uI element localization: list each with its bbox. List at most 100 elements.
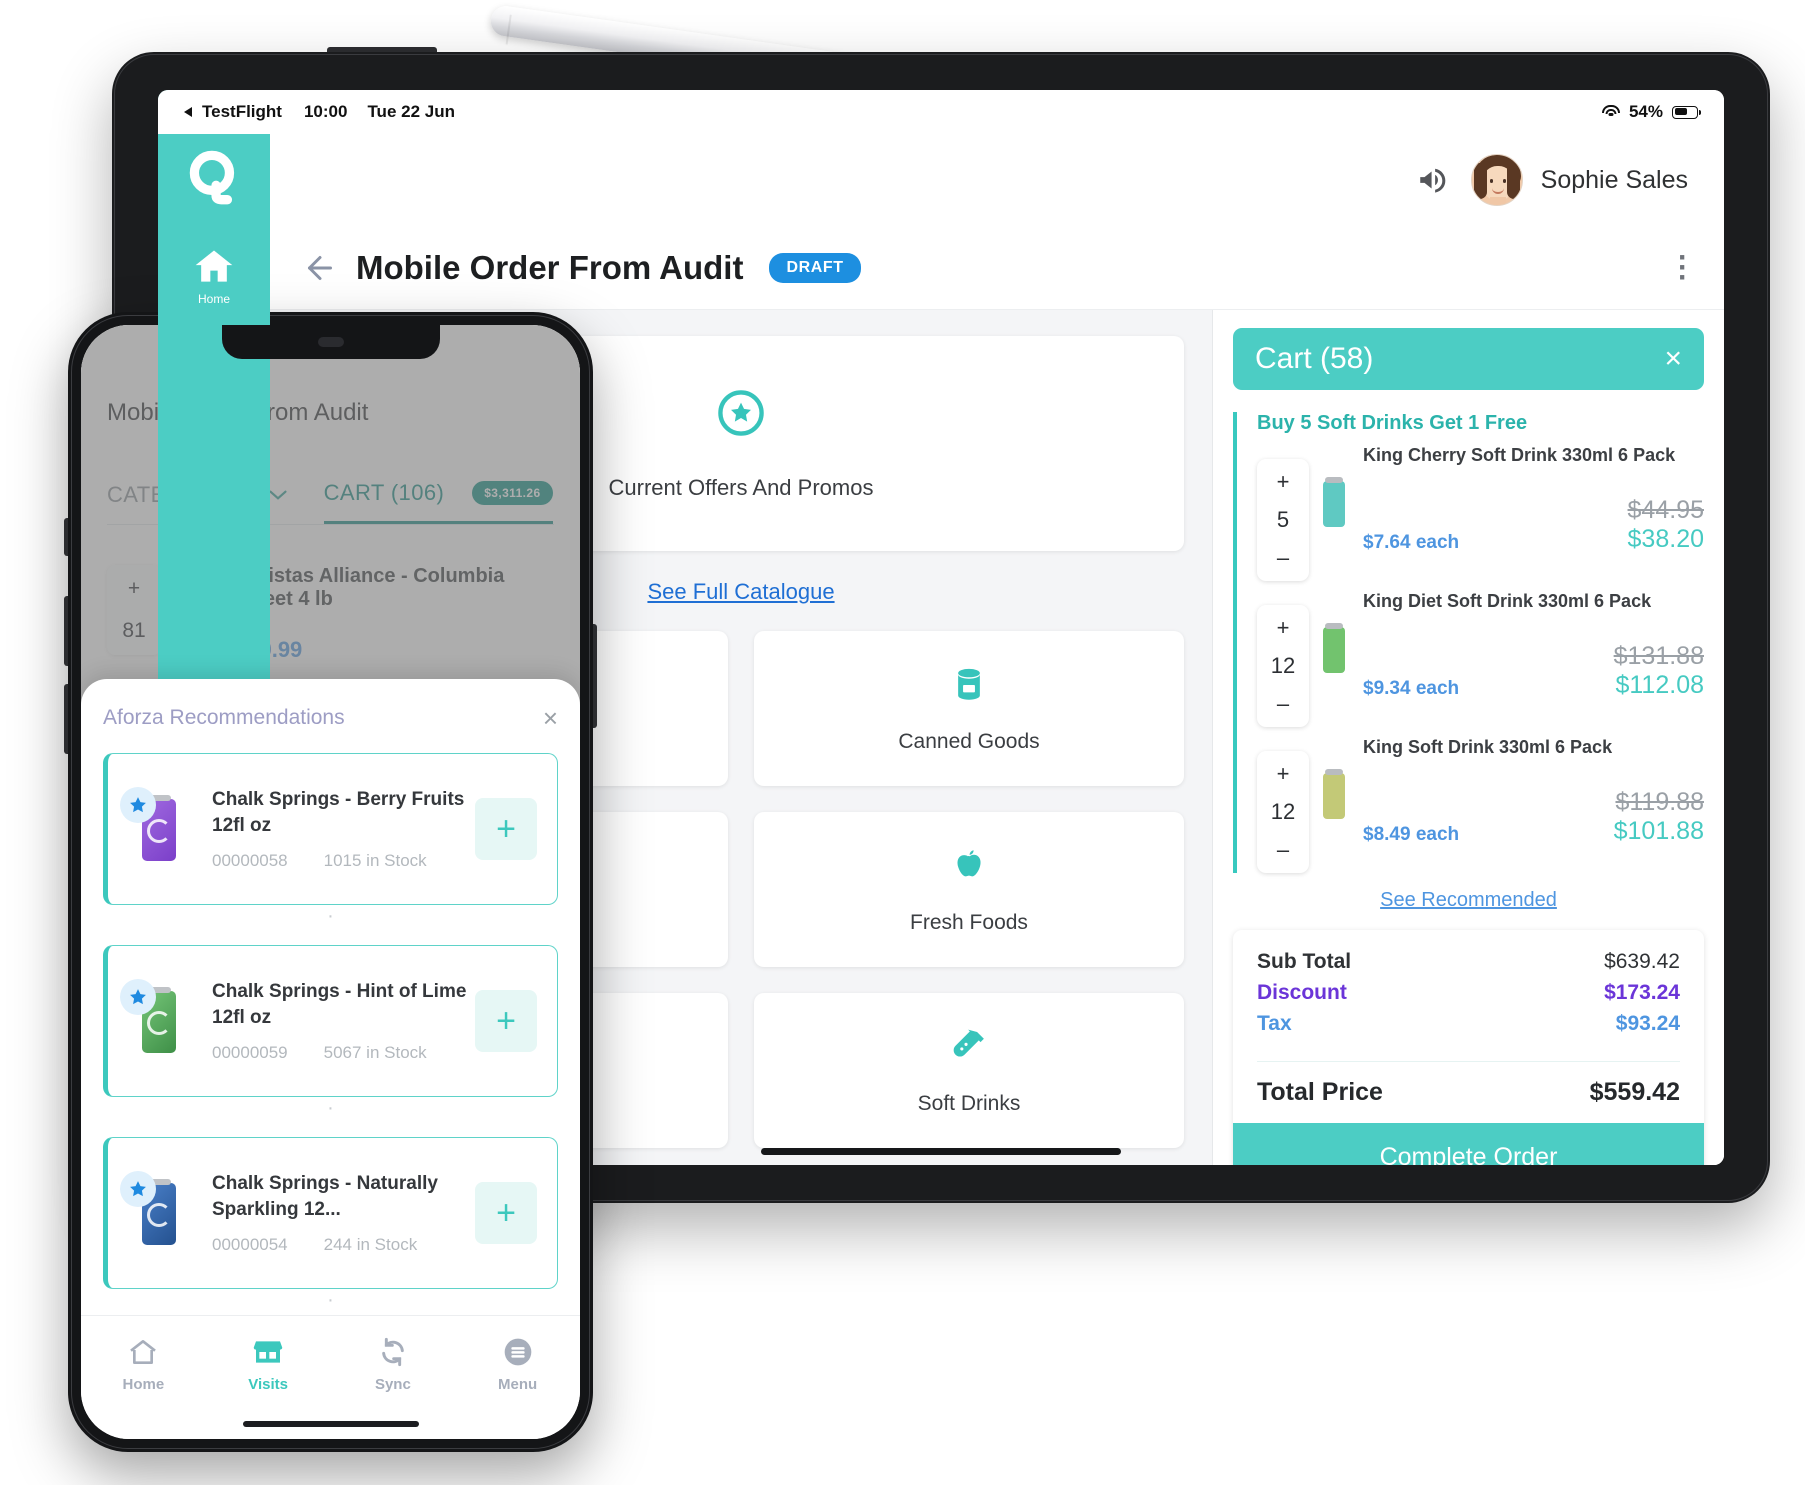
original-price: $119.88 [1615, 788, 1704, 816]
quantity-stepper[interactable]: + 12 – [1257, 751, 1309, 873]
add-product-button[interactable]: + [475, 1182, 537, 1244]
cart-line-item: + 5 – King Cherry Soft Drink 330ml 6 Pac… [1257, 445, 1704, 581]
add-product-button[interactable]: + [475, 990, 537, 1052]
see-recommended-link[interactable]: See Recommended [1233, 889, 1704, 912]
category-card-canned-goods[interactable]: Canned Goods [754, 631, 1184, 786]
bottle-icon [953, 1029, 984, 1057]
star-icon [130, 1181, 146, 1197]
promo-group-title: Buy 5 Soft Drinks Get 1 Free [1257, 412, 1528, 434]
tablet-power-button[interactable] [327, 47, 437, 52]
discounted-price: $112.08 [1615, 671, 1704, 699]
product-stock: 5067 in Stock [323, 1042, 427, 1062]
status-back-app[interactable]: TestFlight [184, 102, 282, 122]
phone-volume-up-button[interactable] [64, 596, 68, 666]
category-card-fresh-foods[interactable]: Fresh Foods [754, 812, 1184, 967]
megaphone-icon[interactable] [1413, 163, 1453, 197]
recommendation-card[interactable]: Chalk Springs - Berry Fruits 12fl oz 000… [103, 753, 558, 905]
line-total-prices: $44.95 $38.20 [1628, 496, 1704, 554]
product-thumbnail [120, 979, 190, 1059]
original-price: $131.88 [1613, 642, 1704, 670]
cart-line-item: + 12 – King Soft Drink 330ml 6 Pack $8.4… [1257, 737, 1704, 873]
back-app-label: TestFlight [202, 102, 282, 121]
increase-quantity-button[interactable]: + [1277, 617, 1290, 639]
decrease-quantity-button[interactable]: – [1277, 839, 1289, 861]
more-options-icon[interactable]: · · · [1678, 242, 1688, 292]
line-total-prices: $131.88 $112.08 [1614, 642, 1704, 700]
recommendation-card[interactable]: Chalk Springs - Hint of Lime 12fl oz 000… [103, 945, 558, 1097]
menu-icon [504, 1338, 531, 1366]
discount-value: $173.24 [1604, 981, 1680, 1004]
phone-volume-down-button[interactable] [64, 684, 68, 754]
discounted-price: $38.20 [1627, 525, 1704, 553]
cart-line-item-pricing: $8.49 each $119.88 $101.88 [1363, 788, 1704, 846]
nav-item-menu-label: Menu [498, 1376, 538, 1393]
product-stock: 244 in Stock [323, 1234, 418, 1254]
sidebar-item-home[interactable]: Home [158, 245, 270, 306]
modal-title: Aforza Recommendations [103, 706, 345, 729]
unit-price: $8.49 each [1363, 824, 1460, 845]
total-price-value: $559.42 [1589, 1078, 1680, 1106]
sub-total-row: Sub Total $639.42 [1257, 950, 1680, 974]
back-arrow-icon[interactable] [302, 250, 338, 286]
increase-quantity-button[interactable]: + [1277, 763, 1290, 785]
current-offers-label: Current Offers And Promos [608, 474, 874, 500]
quantity-stepper[interactable]: + 5 – [1257, 459, 1309, 581]
add-product-button[interactable]: + [475, 798, 537, 860]
tablet-home-indicator[interactable] [761, 1148, 1121, 1155]
card-separator-dot: · [327, 905, 334, 927]
product-meta: 00000054 244 in Stock [212, 1235, 475, 1255]
status-time: 10:00 [303, 102, 348, 121]
status-right-cluster: 54% [1601, 102, 1701, 122]
can-swirl-decoration [147, 819, 171, 843]
battery-percent-label: 54% [1628, 102, 1663, 121]
category-card-soft-drinks[interactable]: Soft Drinks [754, 993, 1184, 1148]
nav-item-home[interactable]: Home [81, 1316, 206, 1439]
product-thumbnail [120, 787, 190, 867]
cart-line-item-pricing: $9.34 each $131.88 $112.08 [1363, 642, 1704, 700]
increase-quantity-button[interactable]: + [1277, 471, 1290, 493]
decrease-quantity-button[interactable]: – [1277, 693, 1289, 715]
user-name-label: Sophie Sales [1540, 165, 1688, 194]
decrease-quantity-button[interactable]: – [1277, 547, 1289, 569]
sub-total-label: Sub Total [1257, 950, 1352, 973]
page-title: Mobile Order From Audit [356, 248, 744, 286]
recommendation-card[interactable]: Chalk Springs - Naturally Sparkling 12..… [103, 1137, 558, 1289]
recommended-badge [120, 787, 156, 823]
home-icon [195, 250, 233, 282]
cart-line-item-text: King Cherry Soft Drink 330ml 6 Pack $7.6… [1345, 445, 1704, 554]
back-triangle-icon [184, 107, 192, 117]
star-icon [130, 989, 146, 1005]
product-name: King Diet Soft Drink 330ml 6 Pack [1363, 591, 1652, 611]
product-can-icon [1323, 477, 1345, 527]
screenshot-stage: TestFlight 10:00 Tue 22 Jun 54% Home Sop… [0, 0, 1805, 1485]
category-label: Soft Drinks [917, 1091, 1021, 1115]
card-separator-dot: · [327, 1097, 334, 1119]
discount-row: Discount $173.24 [1257, 981, 1680, 1005]
tax-row: Tax $93.24 [1257, 1012, 1680, 1036]
close-icon[interactable]: × [543, 705, 558, 731]
nav-item-menu[interactable]: Menu [455, 1316, 580, 1439]
product-name: Chalk Springs - Naturally Sparkling 12..… [212, 1173, 438, 1220]
phone-mute-switch[interactable] [64, 518, 68, 556]
tax-label: Tax [1257, 1012, 1292, 1035]
order-totals-rows: Sub Total $639.42 Discount $173.24 Tax $… [1233, 930, 1704, 1057]
discounted-price: $101.88 [1613, 817, 1704, 845]
phone-device: Mobile Order From Audit CATEGORIES CART … [64, 312, 597, 1452]
wifi-icon [1601, 105, 1620, 119]
cart-promo-group: Buy 5 Soft Drinks Get 1 Free + 5 – King … [1233, 412, 1704, 873]
total-price-row: Total Price $559.42 [1233, 1062, 1704, 1123]
phone-power-button[interactable] [593, 624, 597, 728]
cart-line-item-text: King Soft Drink 330ml 6 Pack $8.49 each … [1345, 737, 1704, 846]
avatar[interactable] [1470, 154, 1523, 206]
sidebar-item-home-label: Home [197, 292, 230, 306]
quantity-stepper[interactable]: + 12 – [1257, 605, 1309, 727]
close-icon[interactable]: × [1664, 344, 1682, 374]
recommendation-text: Chalk Springs - Naturally Sparkling 12..… [190, 1171, 475, 1254]
complete-order-button[interactable]: Complete Order [1233, 1123, 1704, 1165]
phone-screen: Mobile Order From Audit CATEGORIES CART … [81, 325, 580, 1439]
cart-header: Cart (58) × [1233, 328, 1704, 390]
product-name: Chalk Springs - Berry Fruits 12fl oz [212, 789, 465, 836]
quantity-value: 12 [1270, 653, 1296, 678]
phone-home-indicator[interactable] [242, 1421, 419, 1427]
product-can-icon [1323, 769, 1345, 819]
